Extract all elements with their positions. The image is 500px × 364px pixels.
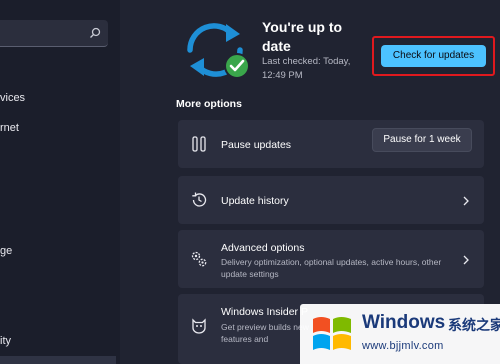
- sidebar-item-devices[interactable]: vices: [0, 92, 25, 104]
- update-history-card[interactable]: Update history: [178, 176, 484, 224]
- search-icon: [90, 27, 101, 38]
- pause-for-1-week-button[interactable]: Pause for 1 week: [372, 128, 472, 152]
- pause-updates-title: Pause updates: [221, 139, 292, 151]
- advanced-options-description: Delivery optimization, optional updates,…: [221, 257, 442, 279]
- history-icon: [192, 192, 207, 207]
- watermark-brand-cn: 系统之家: [448, 317, 500, 333]
- sidebar-item-windows-update[interactable]: [0, 356, 116, 364]
- pause-updates-card[interactable]: Pause updates Pause for 1 week: [178, 120, 484, 168]
- sidebar-item-network-internet[interactable]: rnet: [0, 122, 19, 134]
- check-for-updates-button[interactable]: Check for updates: [381, 45, 486, 67]
- status-title: You're up to date: [262, 19, 343, 54]
- advanced-options-title: Advanced options: [221, 242, 305, 254]
- watermark-brand: Windows: [362, 312, 446, 333]
- watermark-url: www.bjjmlv.com: [362, 340, 444, 352]
- pause-icon: [192, 136, 206, 152]
- chevron-right-icon: [463, 196, 469, 206]
- watermark: Windows 系统之家 www.bjjmlv.com: [300, 304, 500, 364]
- update-history-title: Update history: [221, 195, 289, 207]
- chevron-right-icon: [463, 255, 469, 265]
- advanced-options-card[interactable]: Advanced options Delivery optimization, …: [178, 230, 484, 288]
- windows-logo-icon: [313, 317, 351, 350]
- search-input[interactable]: [0, 20, 108, 47]
- last-checked-text: Last checked: Today, 12:49 PM: [262, 56, 351, 81]
- gears-icon: [191, 251, 207, 267]
- more-options-heading: More options: [176, 98, 242, 110]
- highlight-frame: Check for updates: [372, 36, 495, 76]
- sidebar-item-language[interactable]: ge: [0, 245, 12, 257]
- windows-insider-title: Windows Insider P: [221, 306, 308, 318]
- check-badge-icon: [224, 53, 250, 79]
- insider-cat-icon: [192, 318, 206, 334]
- sync-icon: [187, 23, 250, 79]
- sidebar: vices rnet ge ity: [0, 0, 120, 364]
- sidebar-item-privacy-security[interactable]: ity: [0, 335, 11, 347]
